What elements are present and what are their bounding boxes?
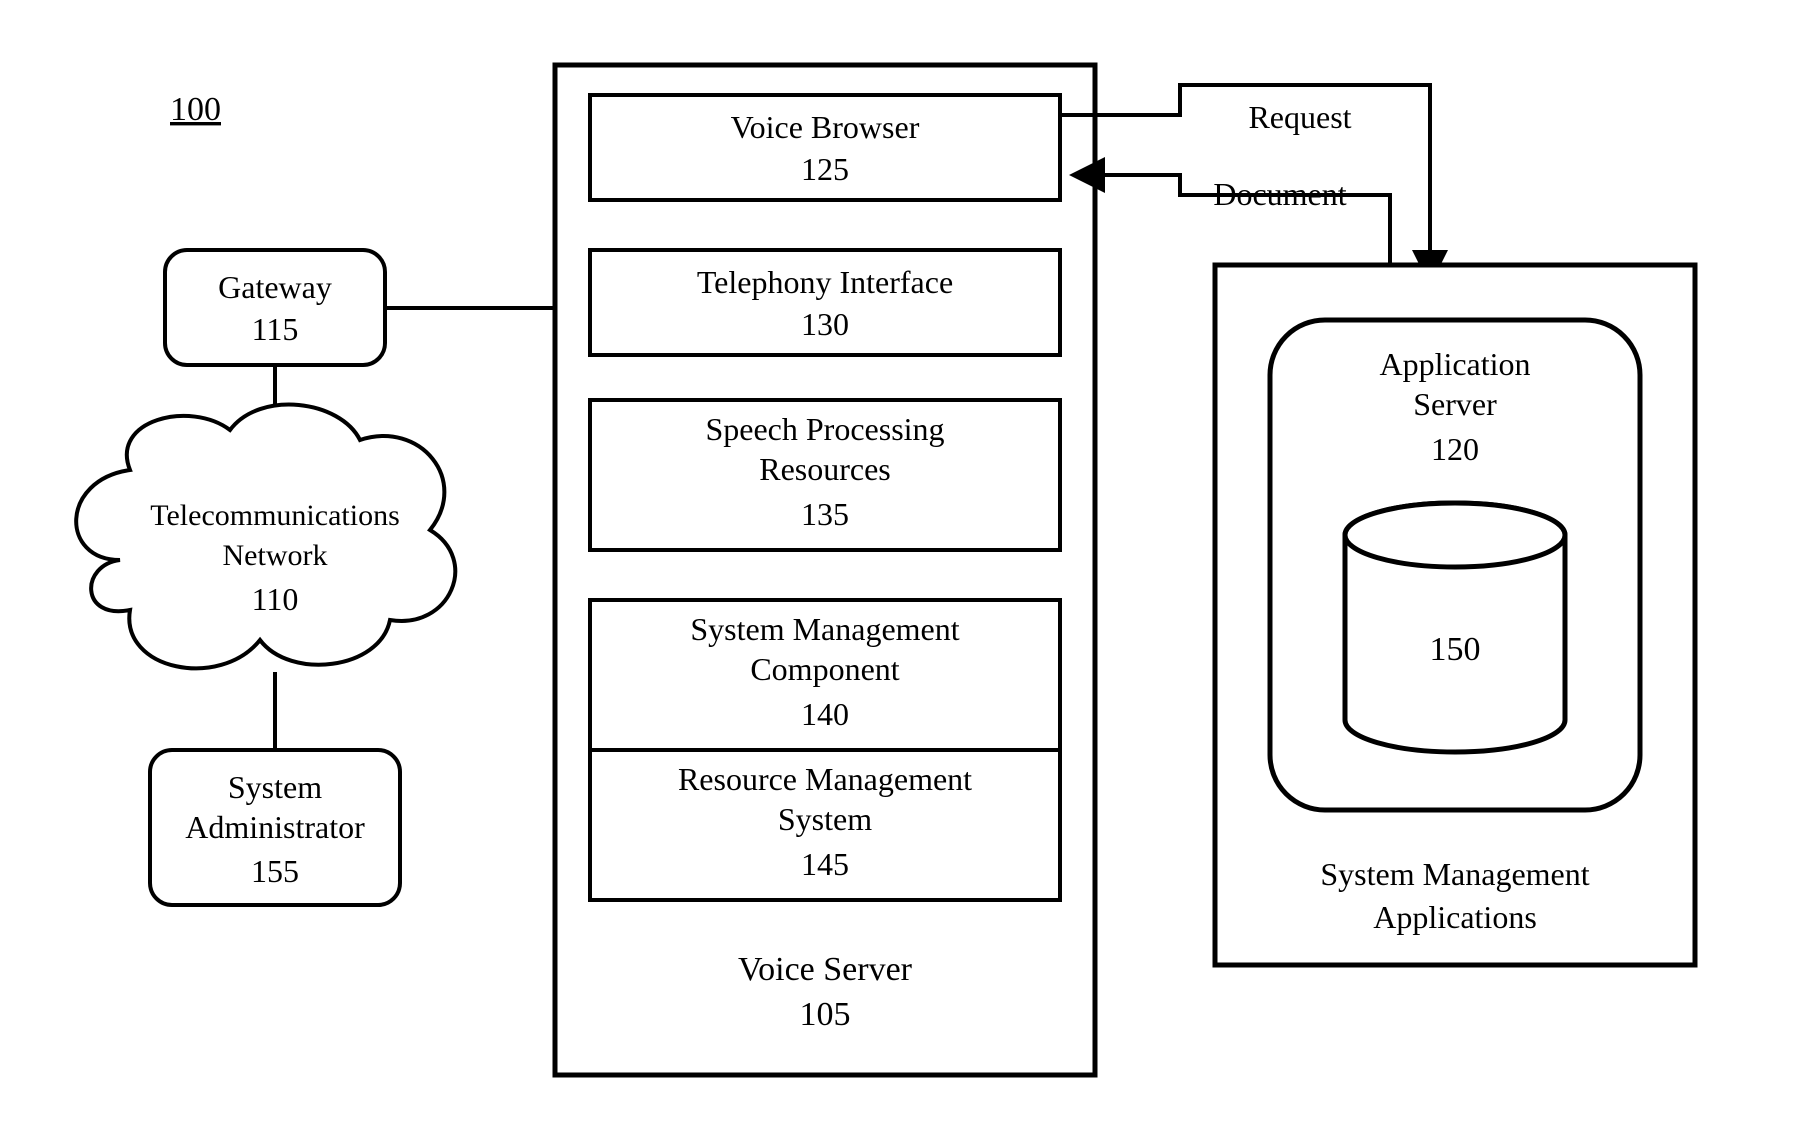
appserver-l1: Application (1379, 346, 1530, 382)
sysadmin-num: 155 (251, 853, 299, 889)
sysmgmt-apps-cap2: Applications (1373, 899, 1537, 935)
sysadmin-box: System Administrator 155 (150, 750, 400, 905)
telephony-num: 130 (801, 306, 849, 342)
speech-l1: Speech Processing (705, 411, 944, 447)
voice-server-title: Voice Server (738, 951, 913, 988)
sysadmin-l2: Administrator (185, 809, 365, 845)
resmgmt-num: 145 (801, 846, 849, 882)
figure-ref: 100 (170, 91, 221, 128)
resmgmt-l1: Resource Management (678, 761, 972, 797)
voice-server-num: 105 (800, 996, 851, 1033)
sysmgmt-apps-panel: Application Server 120 150 System Manage… (1215, 265, 1695, 965)
request-label: Request (1248, 99, 1351, 135)
db-num: 150 (1430, 631, 1481, 668)
telephony-label: Telephony Interface (697, 264, 953, 300)
gateway-box: Gateway 115 (165, 250, 385, 365)
speech-l2: Resources (759, 451, 891, 487)
gateway-num: 115 (252, 311, 299, 347)
database-icon: 150 (1345, 503, 1565, 752)
telecom-l1: Telecommunications (150, 499, 400, 532)
voice-server-container: Voice Browser 125 Telephony Interface 13… (555, 65, 1095, 1075)
telecom-num: 110 (252, 581, 299, 617)
telecom-l2: Network (223, 539, 328, 572)
document-label: Document (1213, 176, 1346, 212)
sysmgmt-l1: System Management (690, 611, 959, 647)
voice-browser-num: 125 (801, 151, 849, 187)
telecom-cloud: Telecommunications Network 110 (76, 405, 455, 669)
voice-browser-label: Voice Browser (731, 109, 920, 145)
appserver-num: 120 (1431, 431, 1479, 467)
sysmgmt-apps-cap1: System Management (1320, 856, 1589, 892)
sysmgmt-l2: Component (750, 651, 899, 687)
sysadmin-l1: System (228, 769, 322, 805)
sysmgmt-num: 140 (801, 696, 849, 732)
speech-num: 135 (801, 496, 849, 532)
diagram-canvas: 100 Gateway 115 Telecommunications Netwo… (0, 0, 1818, 1134)
resmgmt-l2: System (778, 801, 872, 837)
gateway-label: Gateway (218, 269, 332, 305)
appserver-l2: Server (1413, 386, 1497, 422)
